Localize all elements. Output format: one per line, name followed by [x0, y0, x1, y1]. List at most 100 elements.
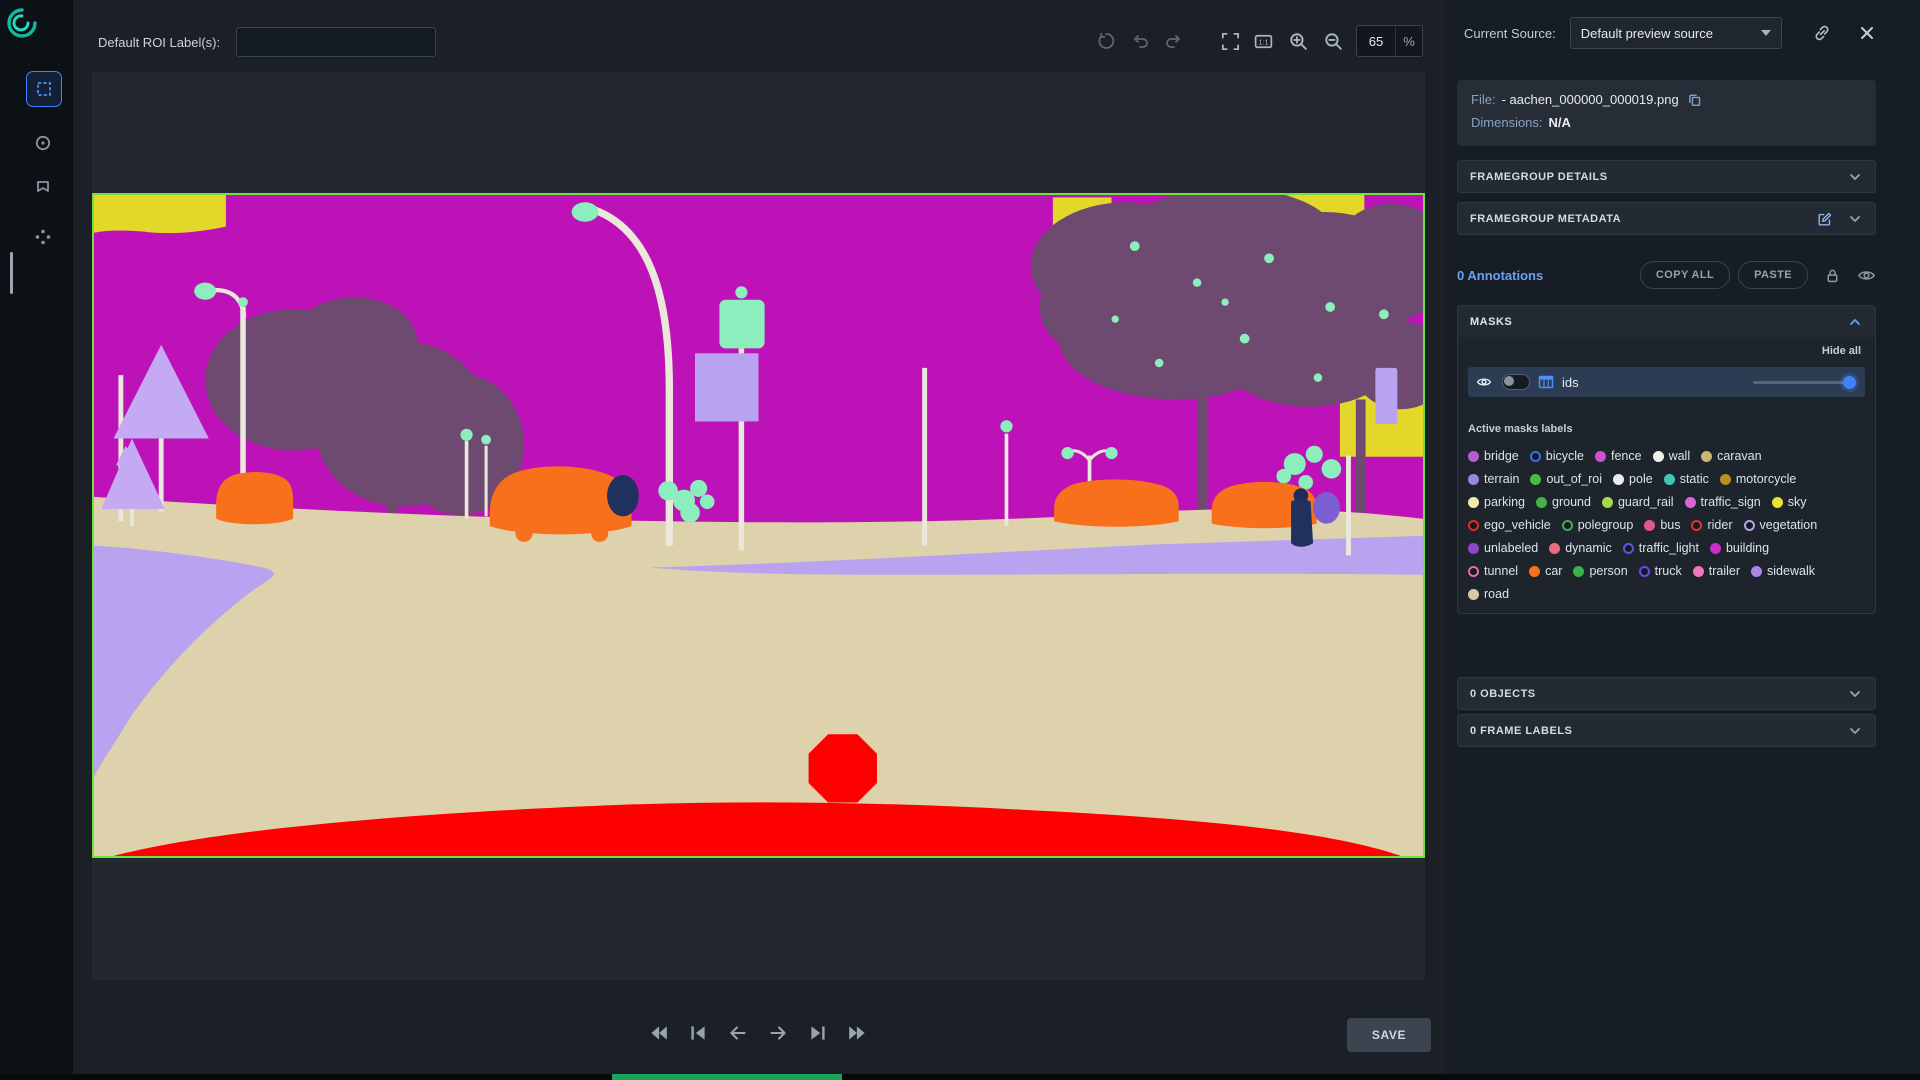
mask-color-dot	[1530, 473, 1542, 485]
mask-label-bridge[interactable]: bridge	[1468, 449, 1519, 463]
zoom-out-icon	[1325, 32, 1342, 50]
copy-all-button[interactable]: COPY ALL	[1639, 261, 1731, 289]
mask-label-car[interactable]: car	[1529, 564, 1562, 578]
mask-color-dot	[1529, 450, 1541, 462]
mask-label-traffic_sign[interactable]: traffic_sign	[1684, 495, 1761, 509]
slider-knob[interactable]	[1843, 375, 1856, 389]
close-icon	[1861, 27, 1873, 39]
mask-label-caravan[interactable]: caravan	[1701, 449, 1762, 463]
mask-label-out_of_roi[interactable]: out_of_roi	[1530, 472, 1602, 486]
mask-label-static[interactable]: static	[1663, 472, 1709, 486]
rail-resize-handle[interactable]	[10, 252, 13, 294]
ids-visibility-button[interactable]	[1476, 374, 1492, 390]
edit-icon[interactable]	[1817, 211, 1833, 227]
mask-label-tunnel[interactable]: tunnel	[1468, 564, 1518, 578]
mask-label-traffic_light[interactable]: traffic_light	[1622, 541, 1699, 555]
next-frame-button[interactable]	[767, 1022, 789, 1044]
mask-color-dot	[1468, 565, 1479, 577]
chevron-down-icon	[1850, 690, 1860, 697]
zoom-in-button[interactable]	[1288, 31, 1309, 52]
masks-header[interactable]: MASKS	[1458, 306, 1875, 337]
mask-label-unlabeled[interactable]: unlabeled	[1468, 541, 1538, 555]
last-frame-button[interactable]	[807, 1022, 829, 1044]
mask-label-vegetation[interactable]: vegetation	[1743, 518, 1817, 532]
annotation-app: Default ROI Label(s): 1:1 65 % SAVE Curr…	[0, 0, 1920, 1080]
annotations-count: 0 Annotations	[1457, 267, 1544, 283]
mask-label-dynamic[interactable]: dynamic	[1549, 541, 1612, 555]
mask-label-person[interactable]: person	[1573, 564, 1628, 578]
close-button[interactable]	[1858, 24, 1876, 42]
objects-header[interactable]: 0 OBJECTS	[1457, 677, 1876, 710]
tool-box-select[interactable]	[26, 71, 62, 107]
masks-title: MASKS	[1470, 315, 1513, 328]
framegroup-metadata-header[interactable]: FRAMEGROUP METADATA	[1457, 202, 1876, 235]
first-frame-button[interactable]	[687, 1022, 709, 1044]
zoom-unit: %	[1403, 33, 1415, 49]
framegroup-details-header[interactable]: FRAMEGROUP DETAILS	[1457, 160, 1876, 193]
mask-label-ego_vehicle[interactable]: ego_vehicle	[1468, 518, 1551, 532]
chevron-down-icon	[1850, 173, 1860, 180]
mask-label-truck[interactable]: truck	[1638, 564, 1682, 578]
redo-button[interactable]	[1164, 31, 1184, 51]
mask-color-dot	[1573, 565, 1585, 577]
lock-button[interactable]	[1824, 267, 1841, 284]
rewind-button[interactable]	[647, 1022, 669, 1044]
mask-color-dot	[1719, 473, 1731, 485]
mask-label-bus[interactable]: bus	[1644, 518, 1680, 532]
zoom-value[interactable]: 65	[1357, 34, 1395, 49]
mask-label-trailer[interactable]: trailer	[1692, 564, 1740, 578]
tool-points[interactable]	[26, 220, 60, 254]
mask-label-guard_rail[interactable]: guard_rail	[1601, 495, 1674, 509]
link-button[interactable]	[1812, 23, 1832, 43]
ids-toggle[interactable]	[1502, 374, 1530, 390]
roi-input[interactable]	[236, 27, 436, 57]
one-to-one-icon: 1:1	[1254, 34, 1273, 48]
zoom-level-field[interactable]: 65 %	[1356, 25, 1423, 57]
file-name: - aachen_000000_000019.png	[1501, 92, 1679, 107]
mask-label-parking[interactable]: parking	[1468, 495, 1525, 509]
mask-label-fence[interactable]: fence	[1594, 449, 1642, 463]
mask-label-ground[interactable]: ground	[1536, 495, 1591, 509]
mask-label-pole[interactable]: pole	[1613, 472, 1653, 486]
mask-label-text: person	[1589, 564, 1628, 578]
save-button[interactable]: SAVE	[1347, 1018, 1431, 1052]
mask-label-polegroup[interactable]: polegroup	[1561, 518, 1633, 532]
box-select-icon	[37, 82, 51, 96]
ids-opacity-slider[interactable]	[1753, 375, 1856, 389]
frame-labels-header[interactable]: 0 FRAME LABELS	[1457, 714, 1876, 747]
one-to-one-zoom-button[interactable]: 1:1	[1253, 31, 1274, 52]
paste-button[interactable]: PASTE	[1738, 261, 1808, 289]
ids-layer-row[interactable]: ids	[1468, 367, 1865, 397]
zoom-out-button[interactable]	[1323, 31, 1344, 52]
mask-label-sky[interactable]: sky	[1771, 495, 1807, 509]
mask-label-bicycle[interactable]: bicycle	[1529, 449, 1584, 463]
eye-icon	[1857, 270, 1876, 280]
hide-all-button[interactable]: Hide all	[1468, 345, 1865, 357]
file-label: File:	[1471, 92, 1496, 107]
mask-color-dot	[1594, 450, 1606, 462]
active-masks-title: Active masks labels	[1468, 423, 1573, 435]
undo-button[interactable]	[1130, 31, 1150, 51]
window-bottom-edge	[0, 1074, 1920, 1080]
fit-screen-button[interactable]	[1220, 31, 1241, 52]
visibility-button[interactable]	[1857, 266, 1876, 285]
source-select[interactable]: Default preview source	[1569, 17, 1782, 49]
copy-filename-button[interactable]	[1687, 92, 1702, 107]
annotations-row: 0 Annotations COPY ALL PASTE	[1457, 258, 1876, 292]
history-button[interactable]	[1096, 31, 1116, 51]
skip-start-icon	[691, 1026, 705, 1040]
mask-label-motorcycle[interactable]: motorcycle	[1719, 472, 1796, 486]
previous-frame-button[interactable]	[727, 1022, 749, 1044]
mask-label-text: guard_rail	[1617, 495, 1674, 509]
mask-label-terrain[interactable]: terrain	[1468, 472, 1519, 486]
mask-label-rider[interactable]: rider	[1691, 518, 1733, 532]
tool-circle[interactable]	[26, 126, 60, 160]
mask-label-road[interactable]: road	[1468, 587, 1509, 601]
mask-label-sidewalk[interactable]: sidewalk	[1751, 564, 1815, 578]
mask-label-wall[interactable]: wall	[1652, 449, 1690, 463]
fast-forward-button[interactable]	[847, 1022, 869, 1044]
mask-label-building[interactable]: building	[1709, 541, 1769, 555]
mask-label-text: terrain	[1484, 472, 1520, 486]
tool-polygon[interactable]	[26, 171, 60, 205]
segmentation-image[interactable]	[92, 193, 1425, 858]
